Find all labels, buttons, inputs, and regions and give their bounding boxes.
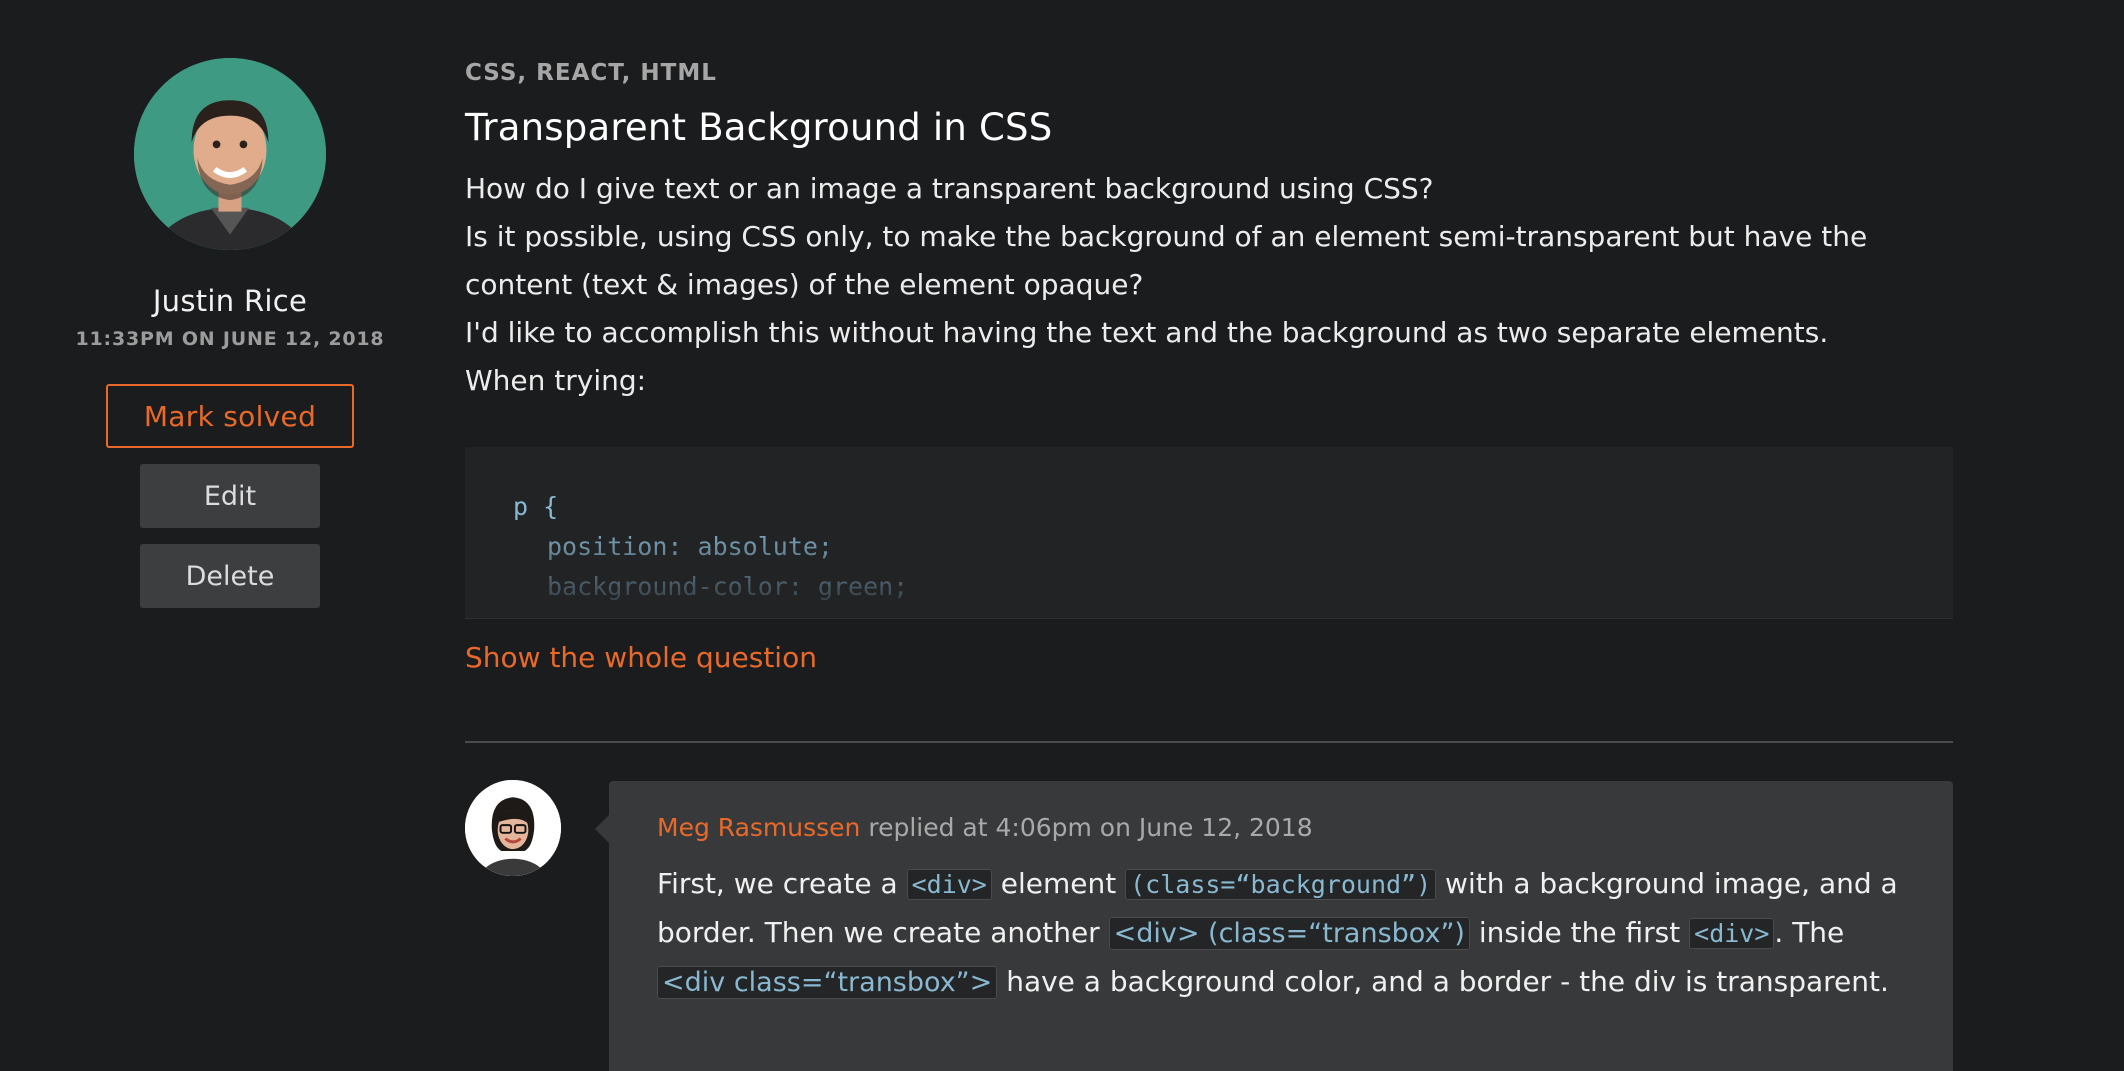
question-line: content (text & images) of the element o… [465,268,1144,301]
author-avatar[interactable] [134,58,326,250]
reply-author-name[interactable]: Meg Rasmussen [657,813,860,842]
delete-button[interactable]: Delete [140,544,320,608]
question-page: Justin Rice 11:33PM ON JUNE 12, 2018 Mar… [0,0,2124,1071]
post-timestamp: 11:33PM ON JUNE 12, 2018 [75,328,385,350]
edit-button[interactable]: Edit [140,464,320,528]
inline-code: <div> (class=“transbox”) [1108,917,1470,950]
code-line: p { [513,492,559,521]
reply-avatar-icon [465,780,561,876]
reply-text-segment: inside the first [1469,916,1690,949]
reply-text: First, we create a <div> element (class=… [657,860,1905,1007]
inline-code: <div> [906,869,992,900]
question-line: I'd like to accomplish this without havi… [465,316,1829,349]
reply-text-segment: element [991,867,1126,900]
question-line: How do I give text or an image a transpa… [465,172,1434,205]
question-line: When trying: [465,364,647,397]
reply-meta: Meg Rasmussen replied at 4:06pm on June … [657,813,1905,842]
question-title: Transparent Background in CSS [465,106,1053,149]
reply-text-segment: First, we create a [657,867,907,900]
inline-code: <div class=“transbox”> [657,966,998,999]
code-line: background-color: green; [547,572,909,601]
code-snippet: p { position: absolute; background-color… [465,447,1953,619]
question-text: How do I give text or an image a transpa… [465,165,1953,405]
code-line: position: absolute; [547,532,833,561]
reply-card: Meg Rasmussen replied at 4:06pm on June … [595,781,1953,1071]
reply-text-segment: have a background color, and a border - … [997,965,1889,998]
reply-timestamp: replied at 4:06pm on June 12, 2018 [868,813,1313,842]
inline-code: (class=“background”) [1125,869,1437,900]
author-name[interactable]: Justin Rice [153,284,307,318]
reply-author-avatar[interactable] [465,780,561,876]
section-divider [465,741,1953,743]
show-whole-question-link[interactable]: Show the whole question [465,641,817,674]
inline-code: <div> [1689,918,1775,949]
author-panel: Justin Rice 11:33PM ON JUNE 12, 2018 Mar… [40,58,420,608]
question-body: CSS, REACT, HTML Transparent Background … [465,60,1953,674]
mark-solved-button[interactable]: Mark solved [106,384,354,448]
question-tags: CSS, REACT, HTML [465,60,717,86]
question-line: Is it possible, using CSS only, to make … [465,220,1868,253]
reply-text-segment: . The [1774,916,1845,949]
author-avatar-icon [134,58,326,250]
